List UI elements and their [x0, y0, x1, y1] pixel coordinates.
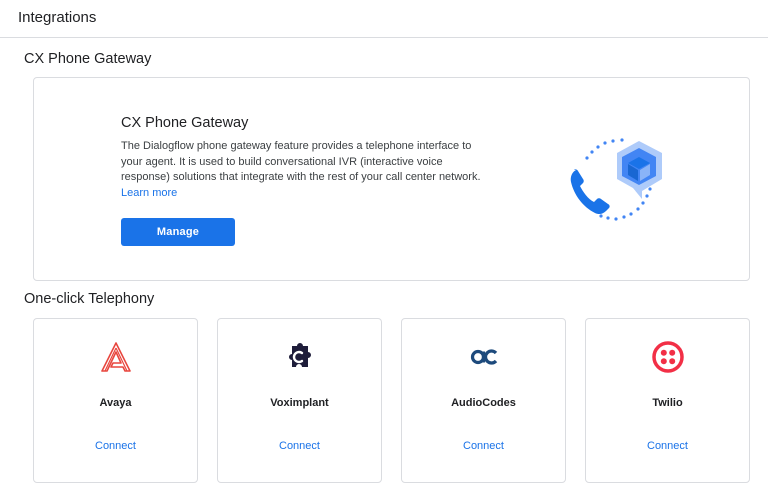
integration-name: Avaya [99, 397, 132, 409]
integration-name: Twilio [652, 397, 683, 409]
section-title-telephony: One-click Telephony [24, 291, 155, 307]
integration-name: Voximplant [270, 397, 329, 409]
telephony-card-twilio: Twilio Connect [585, 318, 750, 483]
connect-twilio-link[interactable]: Connect [586, 440, 749, 452]
phone-gateway-card: CX Phone Gateway The Dialogflow phone ga… [33, 77, 750, 281]
integration-name: AudioCodes [451, 397, 516, 409]
manage-button[interactable]: Manage [121, 218, 235, 246]
avaya-logo-icon [101, 342, 131, 372]
voximplant-logo-icon [289, 343, 311, 367]
telephony-card-avaya: Avaya Connect [33, 318, 198, 483]
page-title: Integrations [18, 9, 97, 26]
gateway-card-title: CX Phone Gateway [121, 115, 249, 131]
phone-gateway-illustration-icon [570, 138, 662, 221]
top-bar: Integrations [0, 0, 768, 38]
twilio-logo-icon [652, 341, 684, 373]
connect-audiocodes-link[interactable]: Connect [402, 440, 565, 452]
connect-avaya-link[interactable]: Connect [34, 440, 197, 452]
section-title-gateway: CX Phone Gateway [24, 51, 152, 67]
gateway-description-text: The Dialogflow phone gateway feature pro… [121, 140, 481, 183]
gateway-description: The Dialogflow phone gateway feature pro… [121, 139, 486, 201]
learn-more-link[interactable]: Learn more [121, 187, 177, 199]
connect-voximplant-link[interactable]: Connect [218, 440, 381, 452]
telephony-card-audiocodes: AudioCodes Connect [401, 318, 566, 483]
telephony-card-voximplant: Voximplant Connect [217, 318, 382, 483]
audiocodes-logo-icon [470, 349, 498, 365]
